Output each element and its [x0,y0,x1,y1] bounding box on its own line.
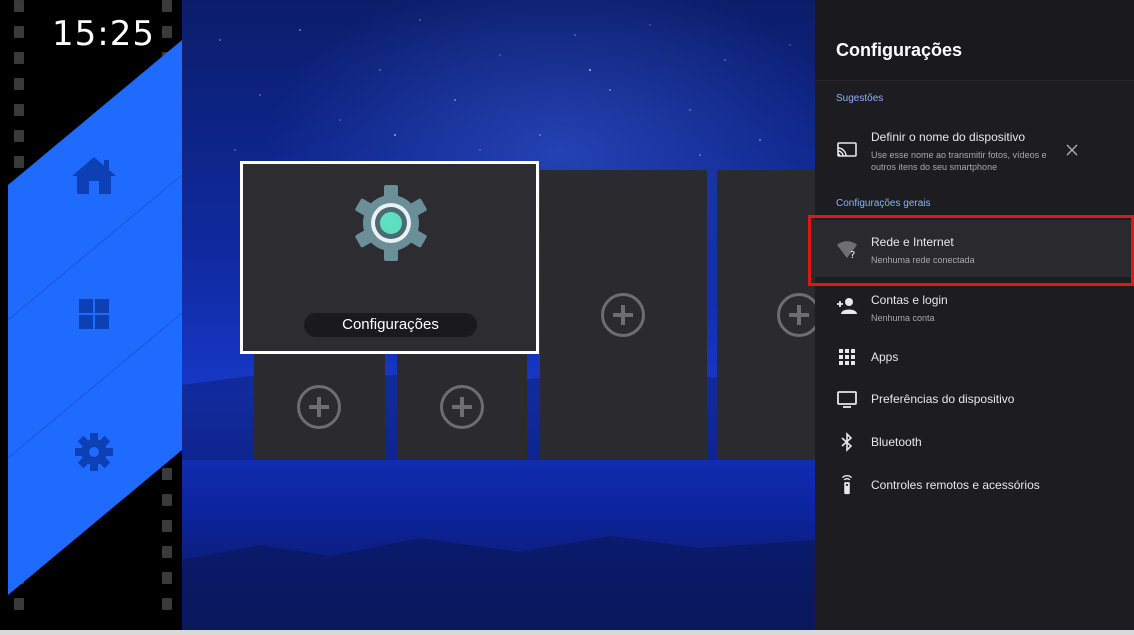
apps-grid-icon [839,349,855,365]
settings-item-bluetooth[interactable]: Bluetooth [815,425,1134,459]
settings-item-subtitle: Nenhuma conta [871,313,935,323]
settings-item-remotes[interactable]: Controles remotos e acessórios [815,468,1134,502]
empty-app-tile[interactable] [397,354,527,460]
nav-settings-button[interactable] [64,427,124,477]
settings-item-title: Contas e login [871,293,948,307]
settings-app-tile[interactable]: Configurações [240,161,539,354]
section-suggestions-label: Sugestões [836,93,884,104]
settings-item-accounts[interactable]: Contas e login Nenhuma conta [815,284,1134,330]
clock: 15:25 [52,14,155,54]
settings-item-title: Preferências do dispositivo [871,392,1015,406]
settings-gear-icon [355,185,427,261]
close-icon[interactable] [1065,143,1079,157]
add-person-icon [837,298,857,314]
nav-home-button[interactable] [64,152,124,202]
suggestion-device-name[interactable]: Definir o nome do dispositivo Use esse n… [815,118,1134,184]
suggestion-subtitle-line1: Use esse nome ao transmitir fotos, vídeo… [871,150,1047,160]
home-icon [72,157,116,194]
windows-grid-icon [79,299,109,329]
gear-icon [75,433,113,471]
bottom-edge-bar [0,630,1134,635]
suggestion-subtitle-line2: outros itens do seu smartphone [871,162,998,172]
nav-apps-button[interactable] [64,290,124,340]
add-circle-icon [297,385,341,429]
settings-item-title: Bluetooth [871,435,922,449]
section-general-label: Configurações gerais [836,198,931,209]
empty-app-tile[interactable] [254,354,385,460]
bluetooth-icon [841,432,853,452]
remote-icon [841,475,853,495]
settings-panel-header: Configurações [815,0,1134,81]
empty-app-tile[interactable] [717,170,821,460]
tv-icon [837,391,857,408]
settings-tile-label: Configurações [304,313,477,337]
settings-panel-title: Configurações [836,40,963,60]
settings-item-title: Controles remotos e acessórios [871,478,1040,492]
add-circle-icon [601,293,645,337]
settings-item-title: Apps [871,350,899,364]
settings-item-device-preferences[interactable]: Preferências do dispositivo [815,382,1134,416]
suggestion-title: Definir o nome do dispositivo [871,130,1026,144]
launcher-sidebar: 15:25 [0,0,182,635]
selection-highlight [808,215,1134,286]
settings-panel: Configurações Sugestões Definir o nome d… [815,0,1134,630]
add-circle-icon [440,385,484,429]
settings-item-apps[interactable]: Apps [815,340,1134,374]
cast-icon [837,142,857,157]
empty-app-tile[interactable] [540,170,707,460]
